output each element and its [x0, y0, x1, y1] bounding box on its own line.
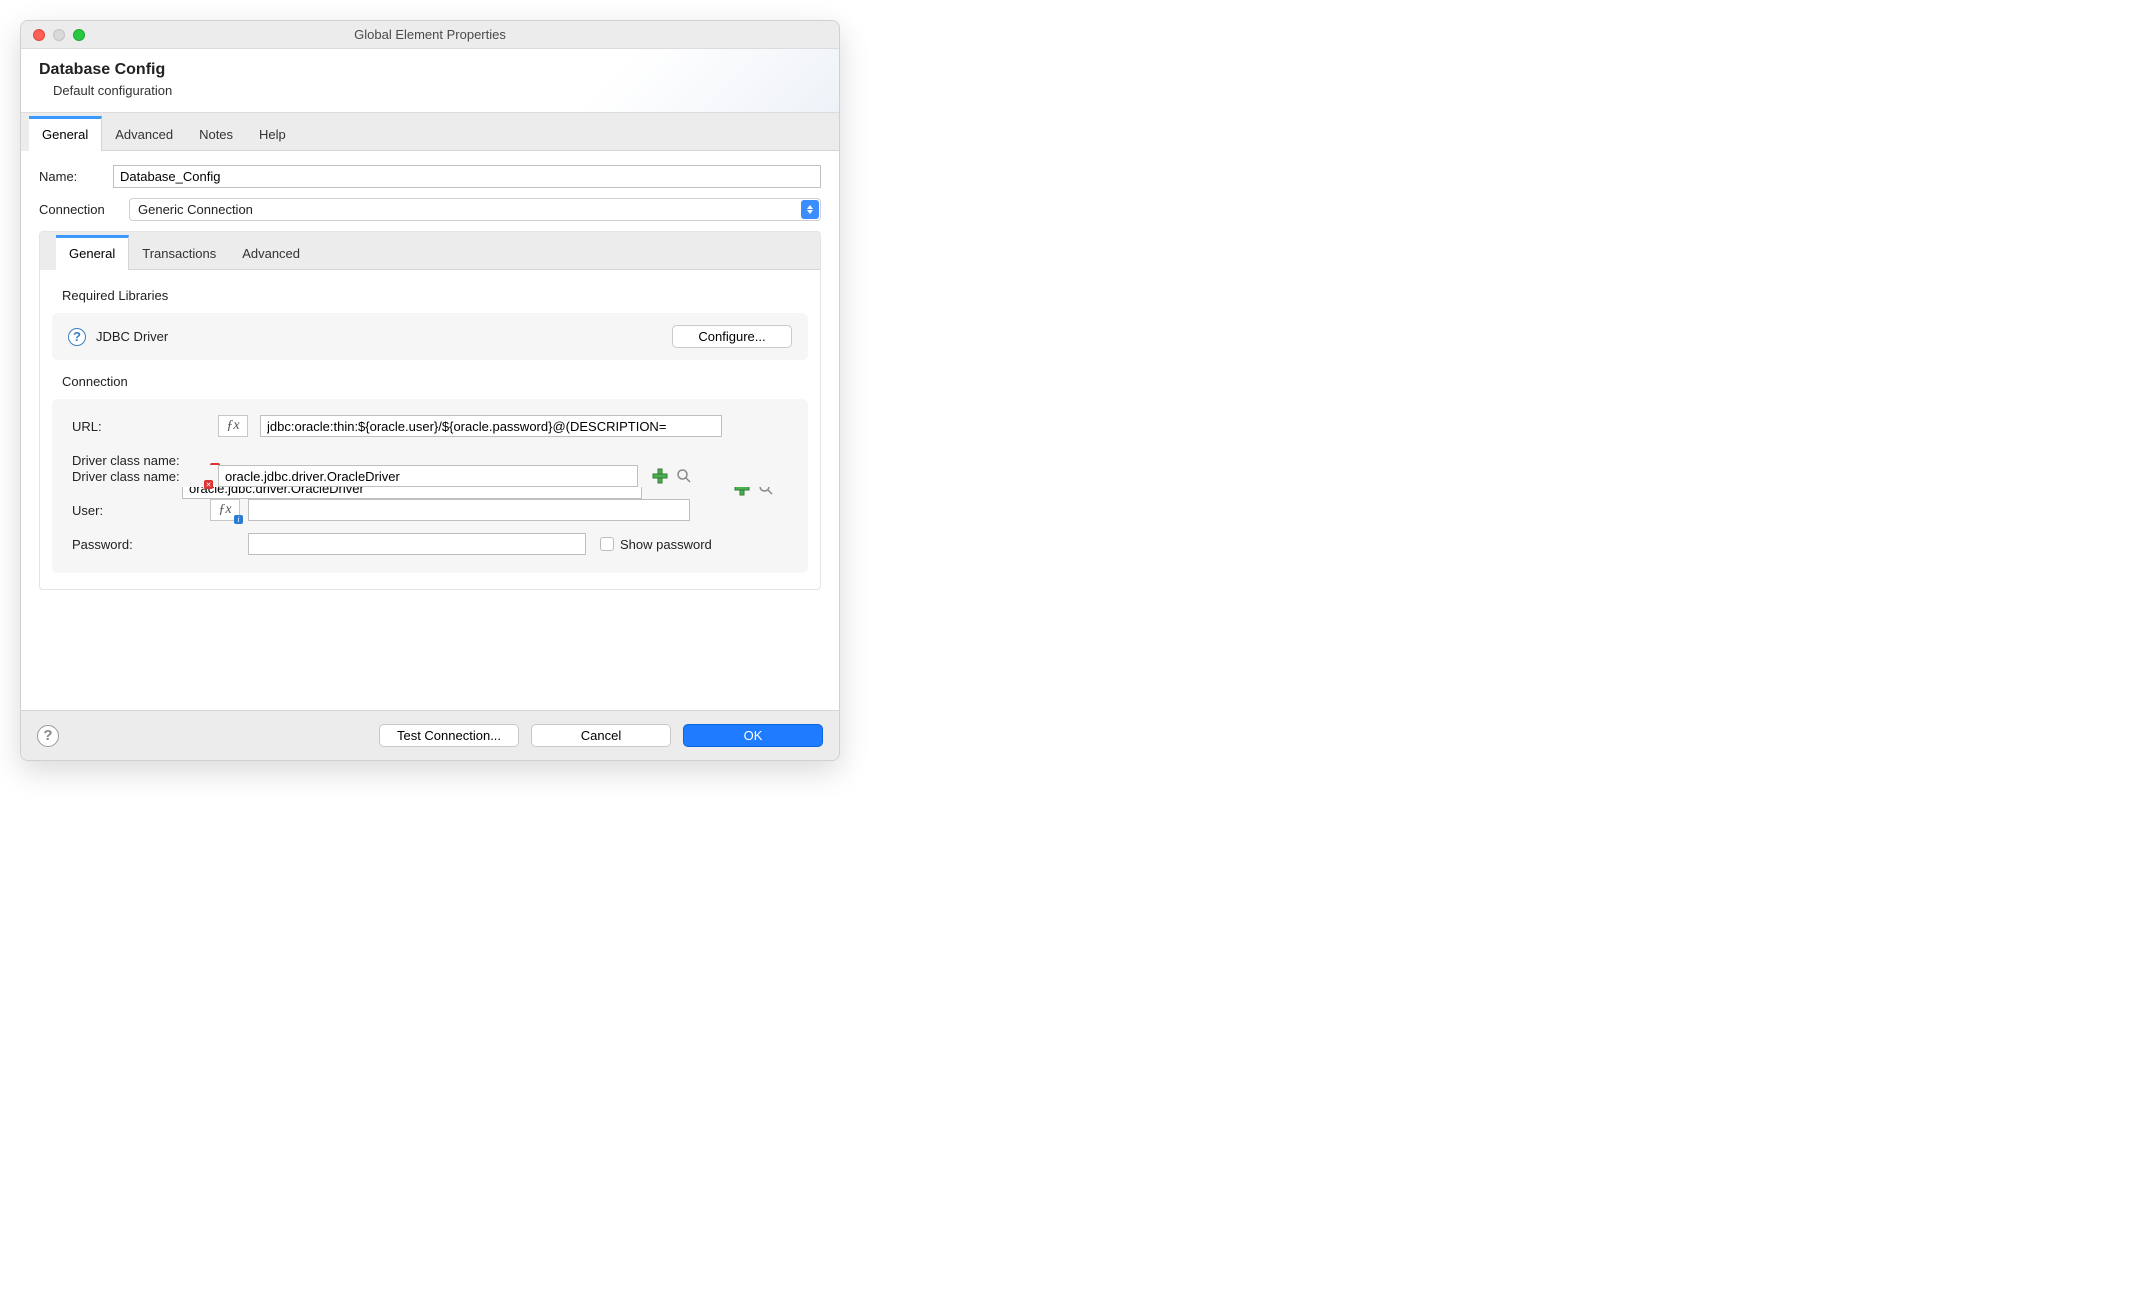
connection-select[interactable]: Generic Connection	[129, 198, 821, 221]
user-row: User: ƒx i	[72, 499, 788, 521]
titlebar: Global Element Properties	[21, 21, 839, 49]
tab-help[interactable]: Help	[246, 116, 299, 150]
tab-inner-transactions[interactable]: Transactions	[129, 235, 229, 269]
inner-tabbar: General Transactions Advanced	[56, 235, 820, 270]
driver-class-label-2: Driver class name:	[72, 469, 202, 484]
tab-advanced[interactable]: Advanced	[102, 116, 186, 150]
test-connection-button[interactable]: Test Connection...	[379, 724, 519, 747]
url-row: URL: ƒx	[72, 415, 788, 437]
tab-general[interactable]: General	[29, 116, 102, 151]
tab-inner-general[interactable]: General	[56, 235, 129, 270]
required-libs-title: Required Libraries	[62, 288, 808, 303]
connection-fields: URL: ƒx Driver class name: ✕	[52, 399, 808, 573]
jdbc-driver-label: JDBC Driver	[96, 329, 168, 344]
connection-panel: General Transactions Advanced Required L…	[39, 231, 821, 590]
fx-button-url[interactable]: ƒx	[218, 415, 248, 437]
dialog-header: Database Config Default configuration	[21, 49, 839, 113]
outer-tabbar: General Advanced Notes Help	[29, 116, 839, 151]
show-password-label: Show password	[620, 537, 712, 552]
password-input[interactable]	[248, 533, 586, 555]
ok-button[interactable]: OK	[683, 724, 823, 747]
window-title: Global Element Properties	[21, 27, 839, 42]
window-controls	[21, 29, 85, 41]
user-input[interactable]	[248, 499, 690, 521]
connection-value: Generic Connection	[138, 202, 253, 217]
driver-class-input[interactable]	[218, 465, 638, 487]
fx-button-user[interactable]: ƒx i	[210, 499, 240, 521]
tab-inner-advanced[interactable]: Advanced	[229, 235, 313, 269]
error-badge-icon: ✕	[204, 480, 213, 489]
help-icon[interactable]: ?	[37, 725, 59, 747]
cancel-button[interactable]: Cancel	[531, 724, 671, 747]
minimize-icon	[53, 29, 65, 41]
search-icon[interactable]	[676, 468, 692, 484]
name-row: Name:	[39, 165, 821, 188]
tab-notes[interactable]: Notes	[186, 116, 246, 150]
name-input[interactable]	[113, 165, 821, 188]
password-row: Password: Show password	[72, 533, 788, 555]
url-input[interactable]	[260, 415, 722, 437]
configure-button[interactable]: Configure...	[672, 325, 792, 348]
help-icon[interactable]: ?	[68, 328, 86, 346]
connection-row: Connection Generic Connection	[39, 198, 821, 221]
jdbc-driver-box: ? JDBC Driver Configure...	[52, 313, 808, 360]
checkbox-icon	[600, 537, 614, 551]
page-subtitle: Default configuration	[39, 83, 821, 98]
url-label: URL:	[72, 419, 212, 434]
driver-row-fixed: Driver class name: ✕	[72, 465, 788, 487]
info-badge-icon: i	[234, 515, 243, 524]
close-icon[interactable]	[33, 29, 45, 41]
connection-section-title: Connection	[62, 374, 808, 389]
dialog-footer: ? Test Connection... Cancel OK	[21, 710, 839, 760]
content-area: Name: Connection Generic Connection Gene…	[21, 151, 839, 710]
user-label: User:	[72, 503, 202, 518]
connection-label: Connection	[39, 202, 119, 217]
fullscreen-icon[interactable]	[73, 29, 85, 41]
show-password-toggle[interactable]: Show password	[594, 537, 712, 552]
name-label: Name:	[39, 169, 103, 184]
page-title: Database Config	[39, 61, 821, 79]
chevron-updown-icon	[801, 200, 819, 219]
password-label: Password:	[72, 537, 202, 552]
dialog-window: Global Element Properties Database Confi…	[20, 20, 840, 761]
add-icon[interactable]	[652, 468, 668, 484]
